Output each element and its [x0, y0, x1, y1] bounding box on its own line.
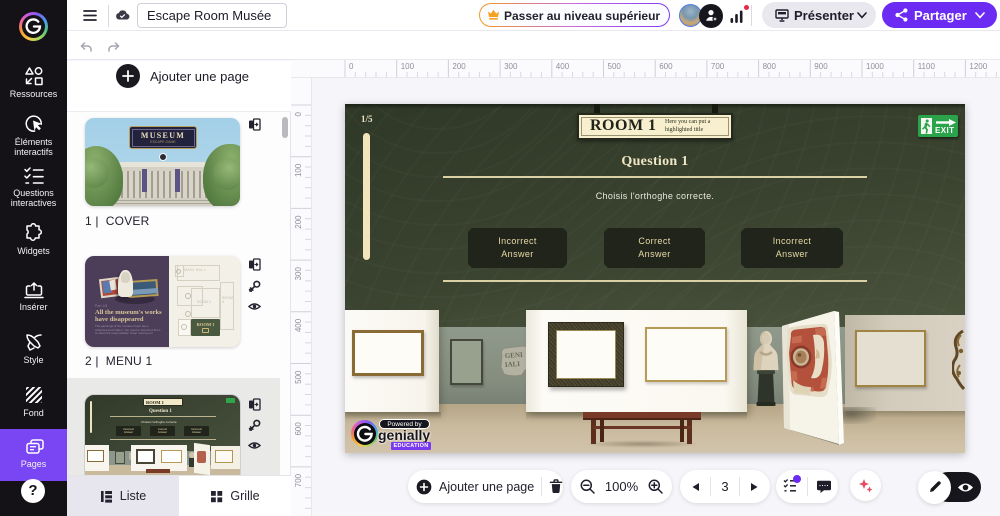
- svg-text:300: 300: [294, 267, 303, 281]
- svg-text:0: 0: [294, 111, 303, 116]
- svg-text:500: 500: [608, 62, 622, 71]
- svg-text:1000: 1000: [866, 62, 884, 71]
- svg-text:600: 600: [294, 422, 303, 436]
- svg-text:800: 800: [763, 62, 777, 71]
- svg-text:1200: 1200: [969, 62, 987, 71]
- svg-text:1100: 1100: [918, 62, 936, 71]
- svg-text:900: 900: [814, 62, 828, 71]
- svg-text:0: 0: [349, 62, 354, 71]
- svg-text:700: 700: [294, 473, 303, 487]
- svg-text:600: 600: [659, 62, 673, 71]
- svg-text:200: 200: [294, 215, 303, 229]
- svg-text:IALI: IALI: [505, 360, 521, 369]
- svg-text:200: 200: [452, 62, 466, 71]
- svg-text:400: 400: [556, 62, 570, 71]
- svg-text:100: 100: [401, 62, 415, 71]
- svg-text:100: 100: [294, 163, 303, 177]
- svg-text:500: 500: [294, 370, 303, 384]
- svg-text:300: 300: [504, 62, 518, 71]
- svg-text:GENI: GENI: [505, 351, 524, 360]
- svg-text:400: 400: [294, 318, 303, 332]
- svg-text:700: 700: [711, 62, 725, 71]
